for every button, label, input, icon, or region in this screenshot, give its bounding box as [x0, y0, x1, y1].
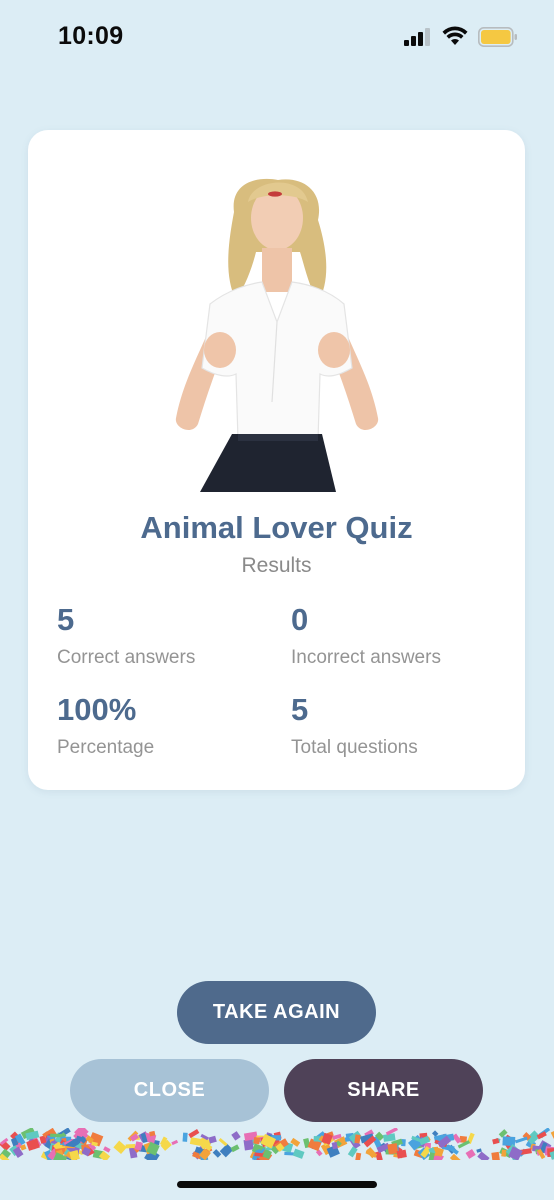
stat-label: Correct answers — [57, 647, 196, 668]
close-button[interactable]: CLOSE — [70, 1059, 269, 1122]
wifi-icon — [442, 26, 468, 45]
share-button[interactable]: SHARE — [284, 1059, 483, 1122]
stat-percentage: 100% Percentage — [57, 692, 277, 760]
stat-incorrect-answers: 0 Incorrect answers — [291, 602, 511, 670]
stat-correct-answers: 5 Correct answers — [57, 602, 277, 670]
cellular-signal-icon — [404, 28, 430, 46]
take-again-button[interactable]: TAKE AGAIN — [177, 981, 376, 1044]
quiz-results-screen: 10:09 Animal Lover Quiz Results 5 Correc… — [0, 0, 554, 1200]
home-indicator[interactable] — [177, 1181, 377, 1188]
confetti-decoration — [0, 1128, 554, 1160]
results-card: Animal Lover Quiz Results 5 Correct answ… — [28, 130, 525, 790]
celebrating-woman-image — [175, 178, 379, 492]
status-bar: 10:09 — [0, 0, 554, 74]
battery-icon — [478, 27, 517, 47]
stat-label: Percentage — [57, 737, 155, 758]
quiz-title: Animal Lover Quiz — [140, 510, 413, 545]
stat-total-questions: 5 Total questions — [291, 692, 511, 760]
status-time: 10:09 — [58, 22, 124, 50]
stat-label: Incorrect answers — [291, 647, 441, 668]
stat-value: 0 — [291, 602, 309, 637]
stat-value: 5 — [57, 602, 75, 637]
stat-value: 100% — [57, 692, 137, 727]
results-subtitle: Results — [241, 554, 312, 577]
stat-value: 5 — [291, 692, 309, 727]
stat-label: Total questions — [291, 737, 418, 758]
